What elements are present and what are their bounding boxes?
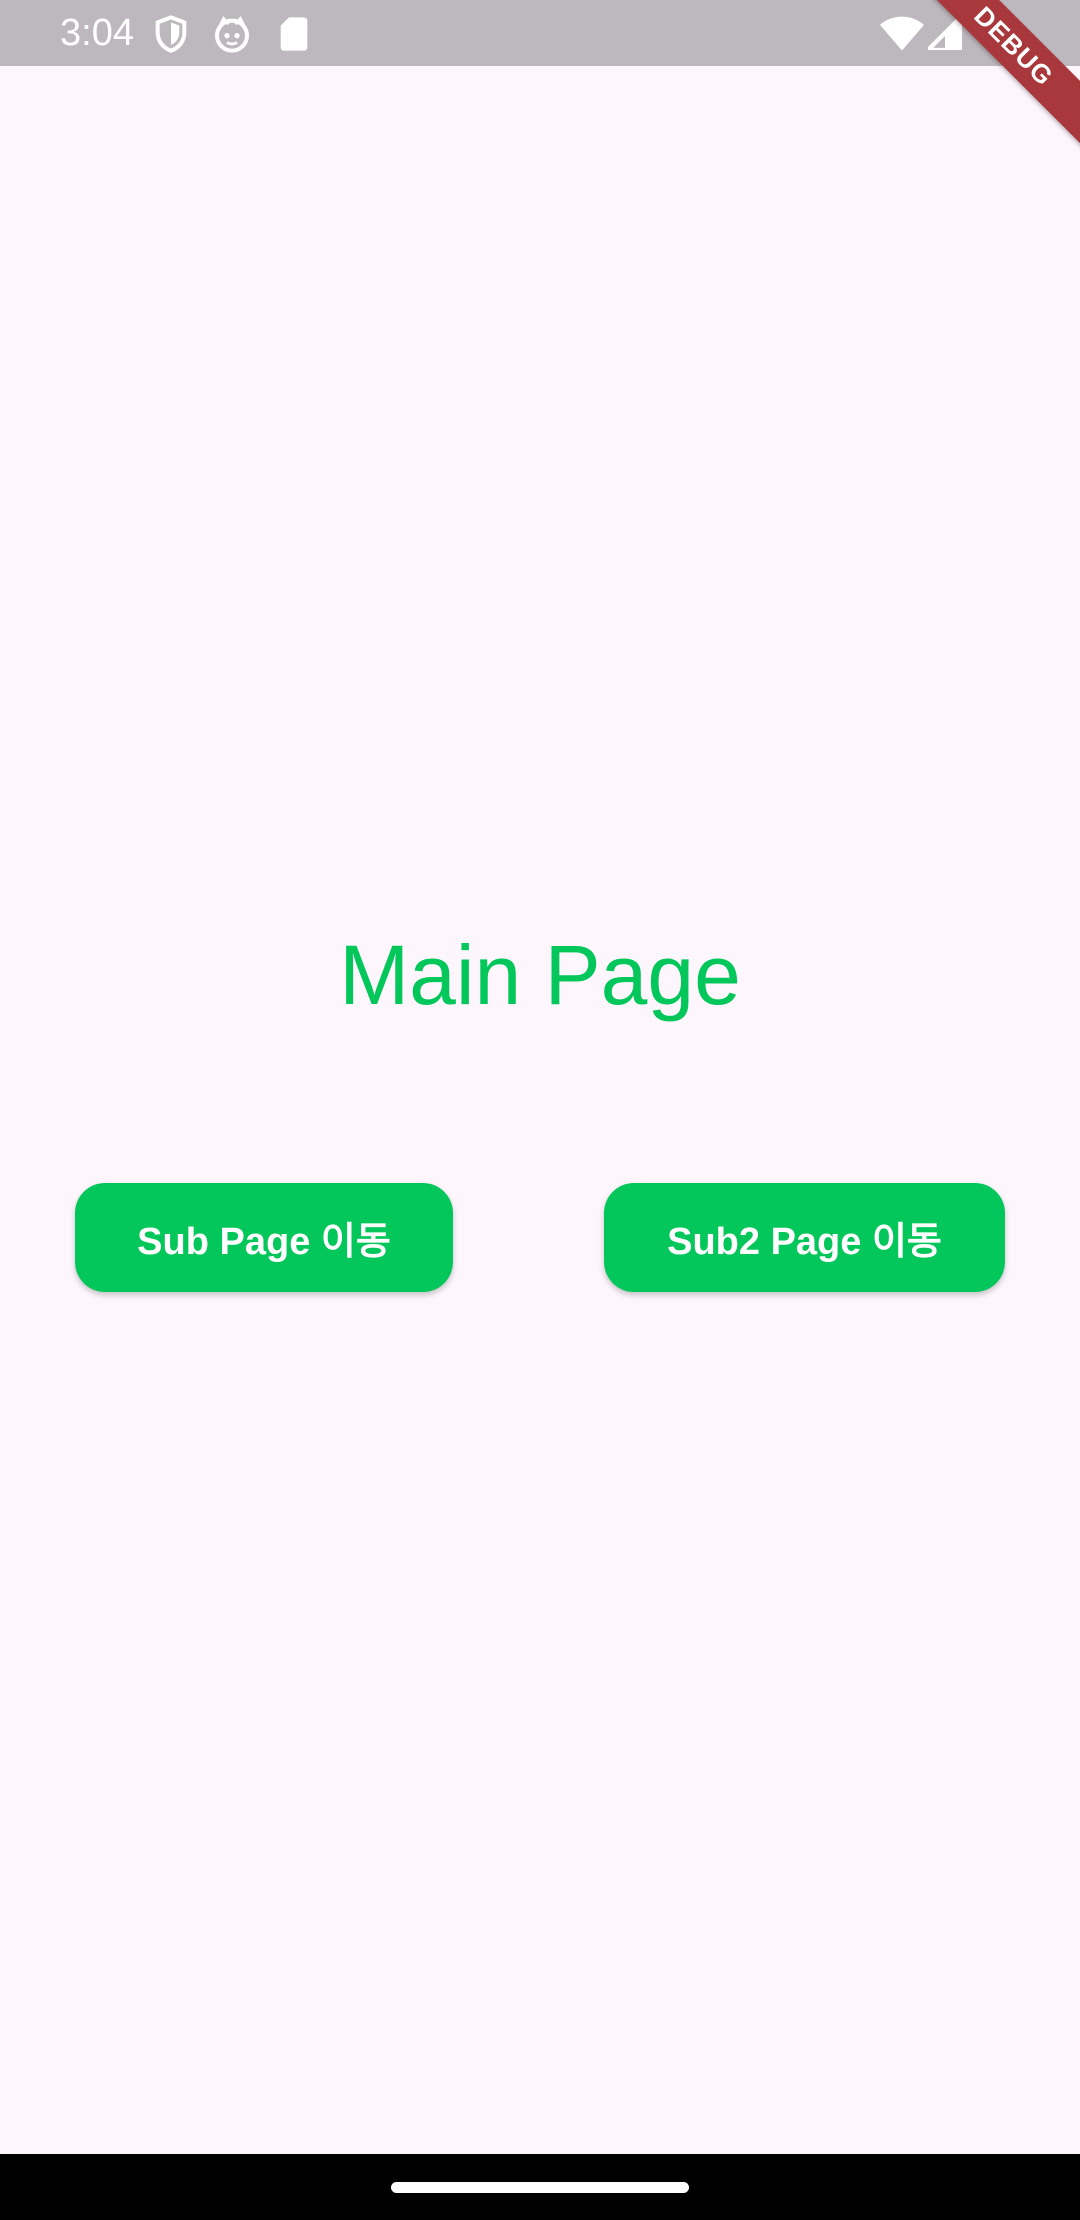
system-navigation-bar (0, 2154, 1080, 2220)
signal-icon (928, 16, 962, 50)
sub-page-button[interactable]: Sub Page 이동 (75, 1183, 453, 1292)
status-time: 3:04 (60, 12, 134, 54)
sd-card-icon (274, 14, 314, 54)
wifi-icon (880, 15, 924, 53)
home-gesture-handle[interactable] (391, 2182, 689, 2193)
cat-face-icon (212, 14, 252, 54)
app-screen: 3:04 DEBUG Main Page Sub Page 이동 Sub2 Pa… (0, 0, 1080, 2220)
status-bar: 3:04 (0, 0, 1080, 66)
shield-icon (151, 14, 191, 54)
sub2-page-button[interactable]: Sub2 Page 이동 (604, 1183, 1005, 1292)
page-title: Main Page (339, 928, 741, 1022)
